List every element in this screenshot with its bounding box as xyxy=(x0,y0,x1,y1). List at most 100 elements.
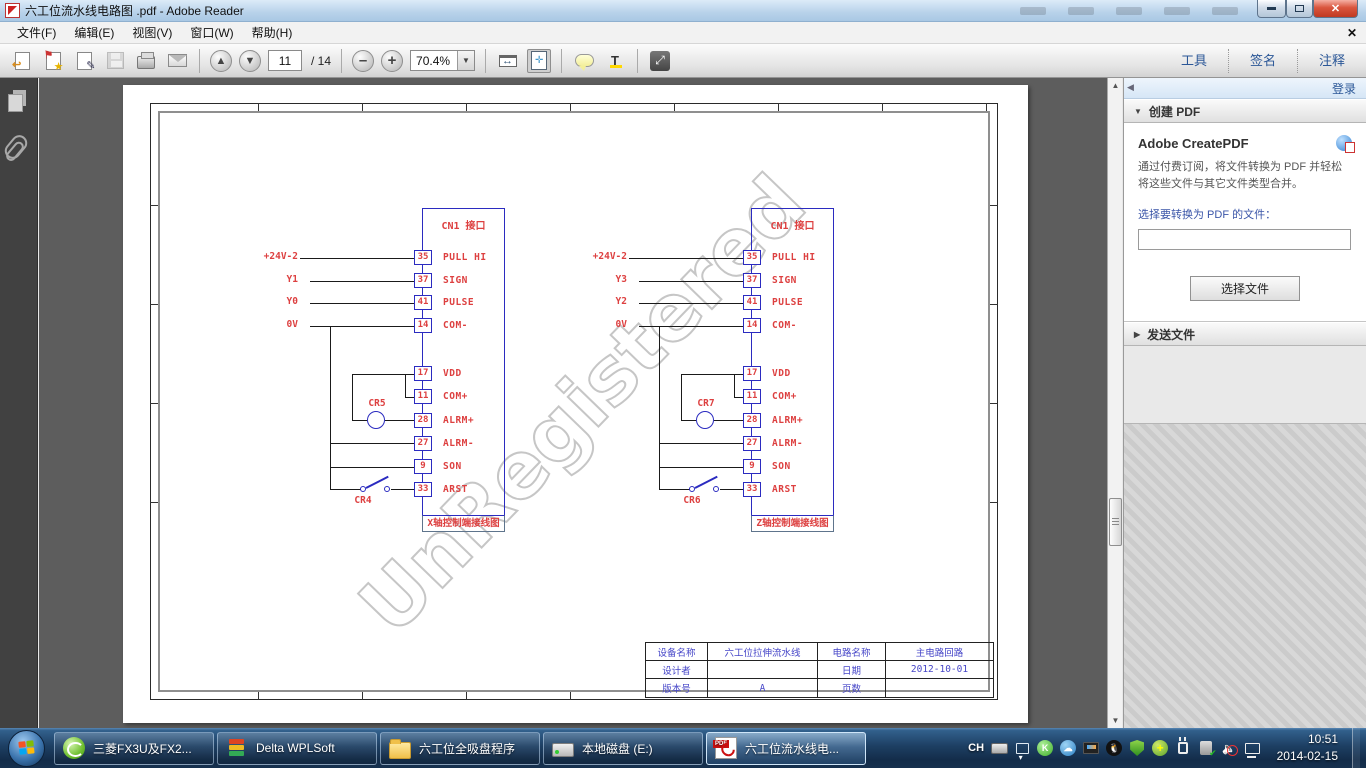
open-file-button[interactable]: ↪ xyxy=(10,49,34,73)
taskbar-app-browser[interactable]: 三菱FX3U及FX2... xyxy=(54,732,214,765)
clock[interactable]: 10:51 2014-02-15 xyxy=(1267,731,1346,766)
zoom-level-select[interactable]: 70.4% xyxy=(410,50,475,71)
signal-label: 0V xyxy=(243,319,298,330)
title-block-cell: A xyxy=(708,679,818,697)
power-plug-icon[interactable] xyxy=(1175,740,1192,757)
close-document-icon[interactable] xyxy=(1344,25,1360,41)
pin-name: PULL HI xyxy=(772,252,816,263)
language-indicator[interactable]: CH xyxy=(968,740,985,757)
taskbar: 三菱FX3U及FX2... Delta WPLSoft 六工位全吸盘程序 本地磁… xyxy=(0,728,1366,768)
title-block-cell: 六工位拉伸流水线 xyxy=(708,643,818,661)
attachments-icon[interactable] xyxy=(2,132,31,162)
fit-page-button[interactable] xyxy=(527,49,551,73)
show-desktop-button[interactable] xyxy=(1352,728,1360,768)
scroll-down-icon[interactable] xyxy=(1109,713,1122,728)
connector-caption: X轴控制端接线图 xyxy=(422,515,505,532)
restore-button[interactable] xyxy=(1286,0,1313,18)
pdf-file-icon: PDF xyxy=(715,737,737,759)
scroll-up-icon[interactable] xyxy=(1109,78,1122,93)
zoom-in-button[interactable] xyxy=(381,50,403,72)
connector-header: CN1 接口 xyxy=(751,217,834,232)
display-app-icon[interactable] xyxy=(1083,740,1100,757)
tab-sign[interactable]: 签名 xyxy=(1228,49,1297,73)
highlight-text-button[interactable] xyxy=(603,49,627,73)
triangle-right-icon: ▶ xyxy=(1134,330,1140,339)
pin-name: ARST xyxy=(772,484,797,495)
signal-label: Y2 xyxy=(572,296,627,307)
zoom-out-button[interactable] xyxy=(352,50,374,72)
pin-number: 11 xyxy=(414,389,432,404)
title-block-cell: 设计者 xyxy=(646,661,708,679)
panel-empty-area xyxy=(1124,423,1366,728)
switch-contact xyxy=(384,486,390,492)
pin-name: ALRM- xyxy=(443,438,474,449)
pin-name: SON xyxy=(443,461,462,472)
save-button[interactable] xyxy=(103,49,127,73)
next-page-button[interactable] xyxy=(239,50,261,72)
antivirus-plus-icon[interactable]: + xyxy=(1152,740,1169,757)
send-files-section-header[interactable]: ▶ 发送文件 xyxy=(1124,322,1366,346)
minimize-button[interactable] xyxy=(1257,0,1286,18)
vertical-scrollbar[interactable] xyxy=(1107,78,1122,728)
pin-number: 37 xyxy=(743,273,761,288)
volume-muted-icon[interactable] xyxy=(1221,740,1238,757)
fit-width-button[interactable] xyxy=(496,49,520,73)
menu-view[interactable]: 视图(V) xyxy=(123,22,181,43)
sign-button[interactable]: ✎ xyxy=(72,49,96,73)
pin-number: 41 xyxy=(414,295,432,310)
fullscreen-button[interactable] xyxy=(648,49,672,73)
pin-number: 11 xyxy=(743,389,761,404)
choose-file-button[interactable]: 选择文件 xyxy=(1190,276,1300,301)
keyboard-icon[interactable] xyxy=(991,740,1008,757)
menu-file[interactable]: 文件(F) xyxy=(8,22,65,43)
x-axis-connector-diagram: CN1 接口 X轴控制端接线图 +24V-2 Y1 Y0 0V 35 PULL … xyxy=(243,205,513,515)
create-pdf-button[interactable]: ⚑★ xyxy=(41,49,65,73)
tools-panel: 登录 ▼ 创建 PDF Adobe CreatePDF 通过付费订阅，将文件转换… xyxy=(1123,78,1366,728)
tab-tools[interactable]: 工具 xyxy=(1160,49,1228,73)
file-path-input[interactable] xyxy=(1138,229,1351,250)
taskbar-app-local-disk[interactable]: 本地磁盘 (E:) xyxy=(543,732,703,765)
chevron-down-icon[interactable] xyxy=(457,51,474,70)
z-axis-connector-diagram: CN1 接口 Z轴控制端接线图 +24V-2 Y3 Y2 0V 35 PULL … xyxy=(572,205,842,515)
close-button[interactable]: ✕ xyxy=(1313,0,1358,18)
select-file-label: 选择要转换为 PDF 的文件： xyxy=(1138,206,1352,222)
sign-in-link[interactable]: 登录 xyxy=(1332,80,1356,97)
security-shield-icon[interactable] xyxy=(1129,740,1146,757)
page-number-input[interactable]: 11 xyxy=(268,50,302,71)
pin-number: 27 xyxy=(414,436,432,451)
usb-device-icon[interactable] xyxy=(1198,740,1215,757)
menu-window[interactable]: 窗口(W) xyxy=(181,22,242,43)
qq-icon[interactable] xyxy=(1106,740,1123,757)
hard-drive-icon xyxy=(552,743,574,757)
network-icon[interactable] xyxy=(1244,740,1261,757)
tab-comment[interactable]: 注释 xyxy=(1297,49,1366,73)
taskbar-app-folder[interactable]: 六工位全吸盘程序 xyxy=(380,732,540,765)
print-button[interactable] xyxy=(134,49,158,73)
page-thumbnails-icon[interactable] xyxy=(8,90,28,112)
title-block-cell: 设备名称 xyxy=(646,643,708,661)
pin-name: SIGN xyxy=(772,275,797,286)
document-area: UnRegistered CN1 接口 X轴控制端接线图 +24V-2 Y1 Y… xyxy=(39,78,1107,728)
k-app-icon[interactable]: K xyxy=(1037,740,1054,757)
switch-contact xyxy=(713,486,719,492)
email-button[interactable] xyxy=(165,49,189,73)
collapse-panel-icon[interactable] xyxy=(1127,82,1134,93)
taskbar-app-pdf-active[interactable]: PDF 六工位流水线电... xyxy=(706,732,866,765)
pin-name: COM+ xyxy=(443,391,468,402)
pin-number: 28 xyxy=(743,413,761,428)
pdf-badge: PDF xyxy=(713,740,729,748)
show-hidden-icons-button[interactable] xyxy=(1014,740,1031,757)
menu-edit[interactable]: 编辑(E) xyxy=(65,22,123,43)
menu-help[interactable]: 帮助(H) xyxy=(243,22,302,43)
previous-page-button[interactable] xyxy=(210,50,232,72)
signal-label: Y3 xyxy=(572,274,627,285)
chat-app-icon[interactable] xyxy=(1060,740,1077,757)
start-button[interactable] xyxy=(8,730,45,767)
pin-name: PULSE xyxy=(443,297,474,308)
pin-number: 14 xyxy=(743,318,761,333)
taskbar-app-wplsoft[interactable]: Delta WPLSoft xyxy=(217,732,377,765)
scrollbar-thumb[interactable] xyxy=(1109,498,1122,546)
create-pdf-section-header[interactable]: ▼ 创建 PDF xyxy=(1124,99,1366,123)
comment-button[interactable] xyxy=(572,49,596,73)
title-block-cell xyxy=(886,679,993,697)
